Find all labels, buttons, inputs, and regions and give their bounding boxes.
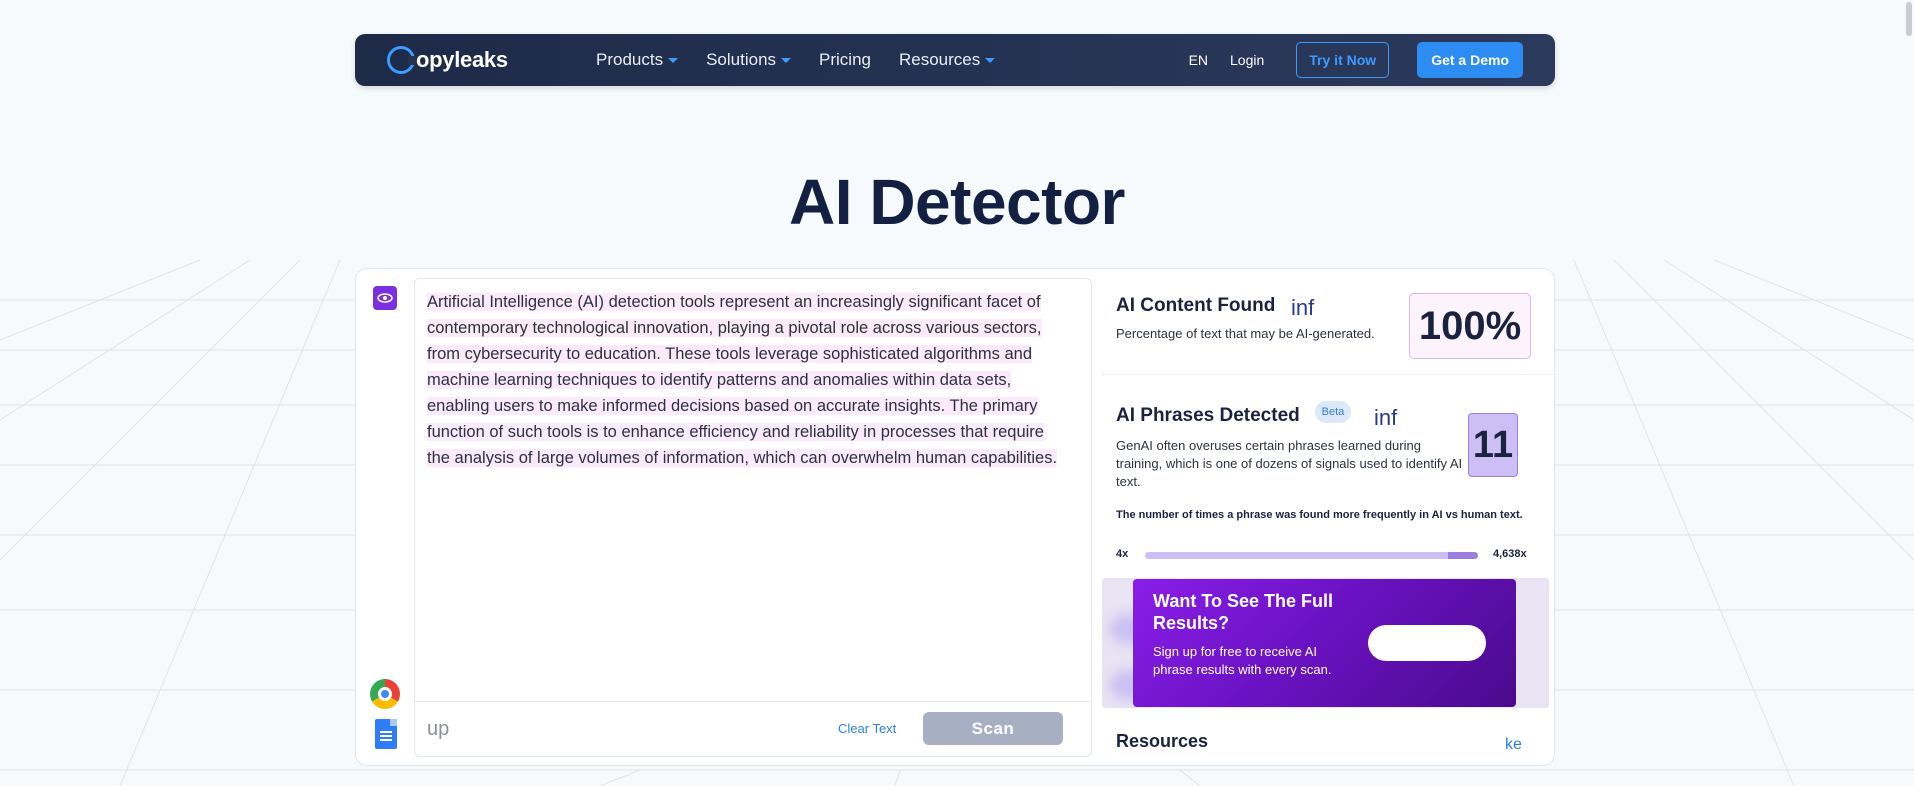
scrollbar-thumb[interactable]	[1906, 2, 1912, 36]
text-input-panel[interactable]: Artificial Intelligence (AI) detection t…	[414, 278, 1092, 757]
ai-content-section: AI Content Found inf Percentage of text …	[1101, 269, 1556, 375]
info-icon[interactable]: inf	[1374, 405, 1397, 431]
range-max-label: 4,638x	[1493, 548, 1527, 560]
editor-footer: up Clear Text Scan	[415, 701, 1091, 756]
page-title: AI Detector	[789, 166, 1125, 238]
resources-link[interactable]: ke	[1505, 736, 1522, 754]
promo-title: Want To See The Full Results?	[1153, 591, 1333, 633]
beta-badge: Beta	[1315, 401, 1351, 423]
ai-phrases-title: AI Phrases Detected	[1116, 405, 1300, 426]
promo-area: Want To See The Full Results? Sign up fo…	[1102, 578, 1549, 708]
menu-item-products[interactable]: Products	[596, 50, 679, 70]
resources-title: Resources	[1116, 731, 1209, 751]
ai-phrases-description: GenAI often overuses certain phrases lea…	[1116, 438, 1463, 489]
menu-item-label: Pricing	[819, 50, 871, 69]
detector-card: Artificial Intelligence (AI) detection t…	[355, 268, 1556, 767]
upload-label[interactable]: up	[427, 718, 449, 741]
eye-icon[interactable]	[373, 286, 397, 310]
frequency-note: The number of times a phrase was found m…	[1116, 509, 1523, 521]
ai-content-subtitle: Percentage of text that may be AI-genera…	[1116, 326, 1375, 341]
frequency-range-bar	[1145, 552, 1478, 559]
info-icon[interactable]: inf	[1291, 295, 1314, 321]
try-it-now-button[interactable]: Try it Now	[1296, 42, 1390, 78]
full-results-promo: Want To See The Full Results? Sign up fo…	[1133, 579, 1516, 707]
results-panel: AI Content Found inf Percentage of text …	[1101, 269, 1556, 767]
menu-item-label: Resources	[899, 50, 981, 69]
chevron-down-icon	[985, 57, 996, 63]
promo-signup-button[interactable]	[1368, 625, 1486, 661]
clear-text-button[interactable]: Clear Text	[838, 721, 896, 736]
ai-phrases-count: 11	[1468, 413, 1518, 477]
nav-actions: EN Login Try it Now Get a Demo	[1189, 34, 1523, 86]
copyleaks-logo[interactable]: opyleaks	[387, 44, 508, 76]
range-min-label: 4x	[1116, 548, 1129, 560]
login-link[interactable]: Login	[1230, 52, 1264, 68]
menu-item-label: Products	[596, 50, 664, 69]
scan-button[interactable]: Scan	[923, 712, 1063, 745]
frequency-range-highlight	[1448, 552, 1478, 559]
ai-highlighted-text: Artificial Intelligence (AI) detection t…	[427, 293, 1058, 467]
menu-item-resources[interactable]: Resources	[899, 50, 996, 70]
language-selector[interactable]: EN	[1189, 52, 1208, 68]
chrome-icon[interactable]	[370, 679, 400, 709]
brand-name: opyleaks	[416, 47, 508, 72]
editor-side-rail	[356, 269, 414, 765]
get-a-demo-button[interactable]: Get a Demo	[1417, 42, 1523, 78]
main-menu: Products Solutions Pricing Resources	[596, 34, 996, 86]
ai-content-percentage: 100%	[1409, 293, 1531, 359]
logo-mark-icon	[387, 46, 416, 74]
google-docs-icon[interactable]	[375, 719, 397, 749]
menu-item-pricing[interactable]: Pricing	[819, 50, 871, 70]
top-navbar: opyleaks Products Solutions Pricing Reso…	[355, 34, 1555, 86]
input-text[interactable]: Artificial Intelligence (AI) detection t…	[427, 289, 1067, 471]
chevron-down-icon	[668, 57, 679, 63]
menu-item-solutions[interactable]: Solutions	[706, 50, 792, 70]
promo-subtitle: Sign up for free to receive AI phrase re…	[1153, 644, 1332, 677]
chevron-down-icon	[781, 57, 792, 63]
page-scrollbar[interactable]	[1902, 0, 1914, 786]
ai-content-title: AI Content Found	[1116, 295, 1276, 316]
menu-item-label: Solutions	[706, 50, 777, 69]
